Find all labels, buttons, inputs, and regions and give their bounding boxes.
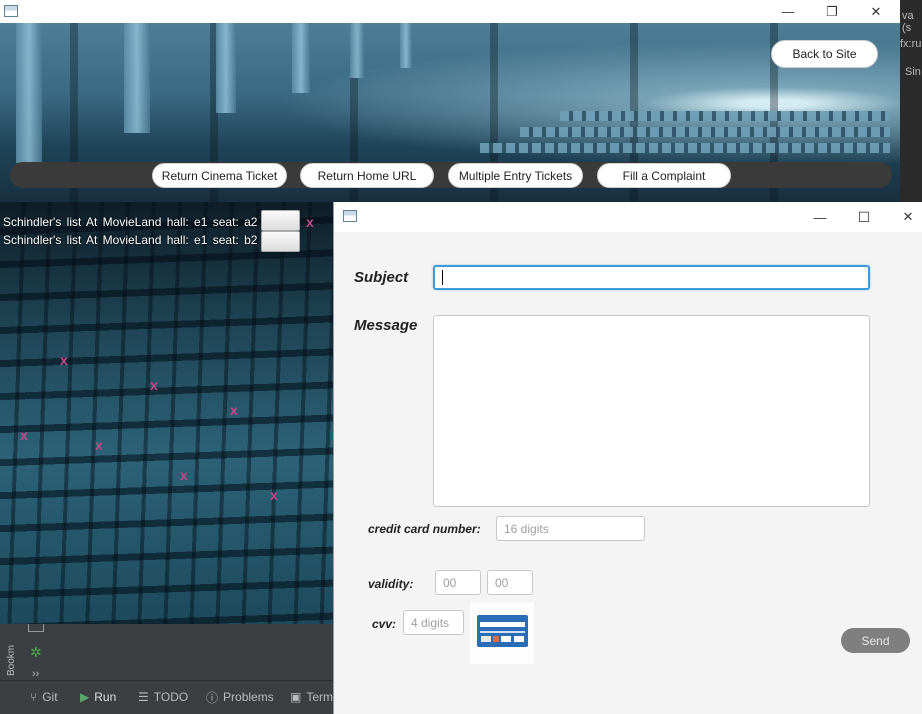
close-button[interactable]: ✕ [854,0,898,23]
ticket-entry-1: Schindler's list At MovieLand hall: e1 s… [3,215,258,229]
cvv-input[interactable]: 4 digits [403,610,464,635]
subject-input[interactable] [433,265,870,290]
ticket-action-button-2[interactable] [261,231,300,252]
bug-icon[interactable]: ✲ [30,644,42,661]
app-icon [4,5,18,17]
rerun-icon[interactable] [28,624,44,632]
fill-complaint-button[interactable]: Fill a Complaint [597,163,731,188]
cvv-label: cvv: [372,617,397,631]
ide-editor-edge: va (s fx:ru Sin [900,0,922,202]
credit-card-input[interactable]: 16 digits [496,516,645,541]
validity-year-input[interactable]: 00 [487,570,533,595]
todo-tab[interactable]: ☰ TODO [138,686,188,708]
credit-card-label: credit card number: [368,522,481,536]
bookmarks-tab[interactable]: Bookm [6,624,20,676]
back-to-site-button[interactable]: Back to Site [771,40,878,68]
git-icon: ⑂ [30,690,38,704]
ide-edge-text-2: fx:ru [900,38,922,50]
terminal-tab[interactable]: ▣ Term [290,686,333,708]
complaint-title-bar: — ☐ ✕ [334,202,922,232]
todo-icon: ☰ [138,690,149,704]
minimize-button[interactable]: — [766,0,810,23]
return-home-url-button[interactable]: Return Home URL [300,163,434,188]
validity-month-input[interactable]: 00 [435,570,481,595]
credit-card-cvv-icon [470,602,534,664]
subject-label: Subject [354,269,409,286]
maximize-button[interactable]: ☐ [842,202,886,232]
minimize-button[interactable]: — [798,202,842,232]
ticket-entry-2: Schindler's list At MovieLand hall: e1 s… [3,233,258,247]
git-tab[interactable]: ⑂ Git [30,686,58,708]
theater-seats-image: x x x x x x x x [0,202,334,624]
ticket-action-button-1[interactable] [261,210,300,231]
validity-label: validity: [368,577,414,591]
problems-icon: ⓘ [206,690,219,705]
message-label: Message [354,317,418,334]
ide-edge-text-1: va (s [902,10,914,34]
text-caret [442,270,443,285]
run-tab[interactable]: ▶ Run [80,686,116,708]
return-cinema-ticket-button[interactable]: Return Cinema Ticket [152,163,287,188]
terminal-icon: ▣ [290,690,302,704]
main-title-bar: — ❐ ✕ [0,0,900,23]
multiple-entry-tickets-button[interactable]: Multiple Entry Tickets [448,163,583,188]
app-icon [343,210,357,222]
run-icon: ▶ [80,690,90,704]
problems-tab[interactable]: ⓘ Problems [206,686,274,708]
ide-edge-text-3: Sin [905,66,921,78]
close-button[interactable]: ✕ [886,202,922,232]
send-button[interactable]: Send [841,628,910,653]
restore-button[interactable]: ❐ [810,0,854,23]
more-icon[interactable]: ›› [32,668,39,680]
message-textarea[interactable] [433,315,870,507]
complaint-window: — ☐ ✕ Subject Message credit card number… [334,202,922,714]
